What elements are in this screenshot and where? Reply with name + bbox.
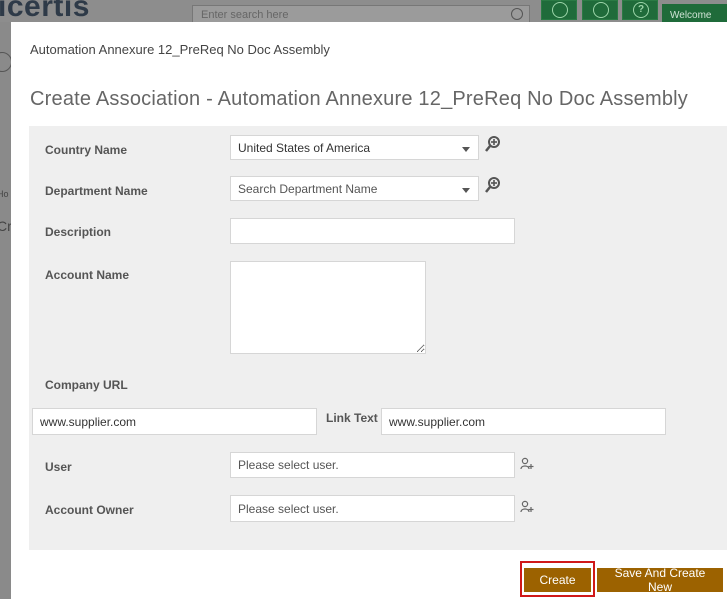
user-picker-icon[interactable]	[520, 500, 534, 514]
form-panel: Country Name United States of America De…	[29, 126, 727, 550]
link-text-input[interactable]: www.supplier.com	[381, 408, 666, 435]
dialog-title: Automation Annexure 12_PreReq No Doc Ass…	[30, 42, 330, 57]
create-button[interactable]: Create	[524, 568, 591, 592]
account-owner-input[interactable]: Please select user.	[230, 495, 515, 522]
lookup-add-icon[interactable]	[484, 135, 502, 153]
header-help-button: ?	[622, 0, 658, 20]
company-url-label: Company URL	[45, 378, 128, 392]
user-picker-icon[interactable]	[520, 457, 534, 471]
country-name-select[interactable]: United States of America	[230, 135, 479, 160]
app-logo: icertis	[0, 0, 90, 23]
page-title: Create Association - Automation Annexure…	[30, 88, 688, 110]
chevron-down-icon	[462, 188, 470, 193]
company-url-input[interactable]: www.supplier.com	[32, 408, 317, 435]
lookup-add-icon[interactable]	[484, 176, 502, 194]
welcome-label: Welcome	[662, 4, 727, 22]
department-name-placeholder: Search Department Name	[238, 181, 378, 196]
background-breadcrumb: Ho	[0, 189, 9, 199]
help-icon: ?	[633, 2, 649, 18]
search-icon	[552, 2, 568, 18]
country-name-value: United States of America	[238, 140, 371, 155]
save-and-create-new-button[interactable]: Save And Create New	[597, 566, 723, 594]
account-name-label: Account Name	[45, 268, 130, 282]
description-label: Description	[45, 225, 112, 239]
account-name-textarea[interactable]	[230, 261, 426, 354]
account-owner-label: Account Owner	[45, 503, 134, 517]
description-input[interactable]	[230, 218, 515, 244]
country-name-label: Country Name	[45, 143, 128, 157]
user-input[interactable]: Please select user.	[230, 452, 515, 478]
background-page-title: Cr	[0, 218, 12, 234]
user-label: User	[45, 460, 72, 474]
search-icon	[511, 8, 523, 20]
bell-icon	[593, 2, 609, 18]
department-name-label: Department Name	[45, 184, 148, 198]
chevron-down-icon	[462, 147, 470, 152]
link-text-value: www.supplier.com	[389, 414, 486, 429]
global-search-placeholder: Enter search here	[201, 9, 289, 21]
header-search-button	[541, 0, 577, 20]
account-owner-placeholder: Please select user.	[238, 501, 339, 516]
header-notification-button	[582, 0, 618, 20]
link-text-label: Link Text	[326, 411, 378, 425]
company-url-value: www.supplier.com	[40, 414, 137, 429]
create-association-dialog: Automation Annexure 12_PreReq No Doc Ass…	[11, 22, 727, 599]
user-placeholder: Please select user.	[238, 458, 339, 472]
app-header: icertis Enter search here ? Welcome	[0, 0, 727, 25]
department-name-select[interactable]: Search Department Name	[230, 176, 479, 201]
